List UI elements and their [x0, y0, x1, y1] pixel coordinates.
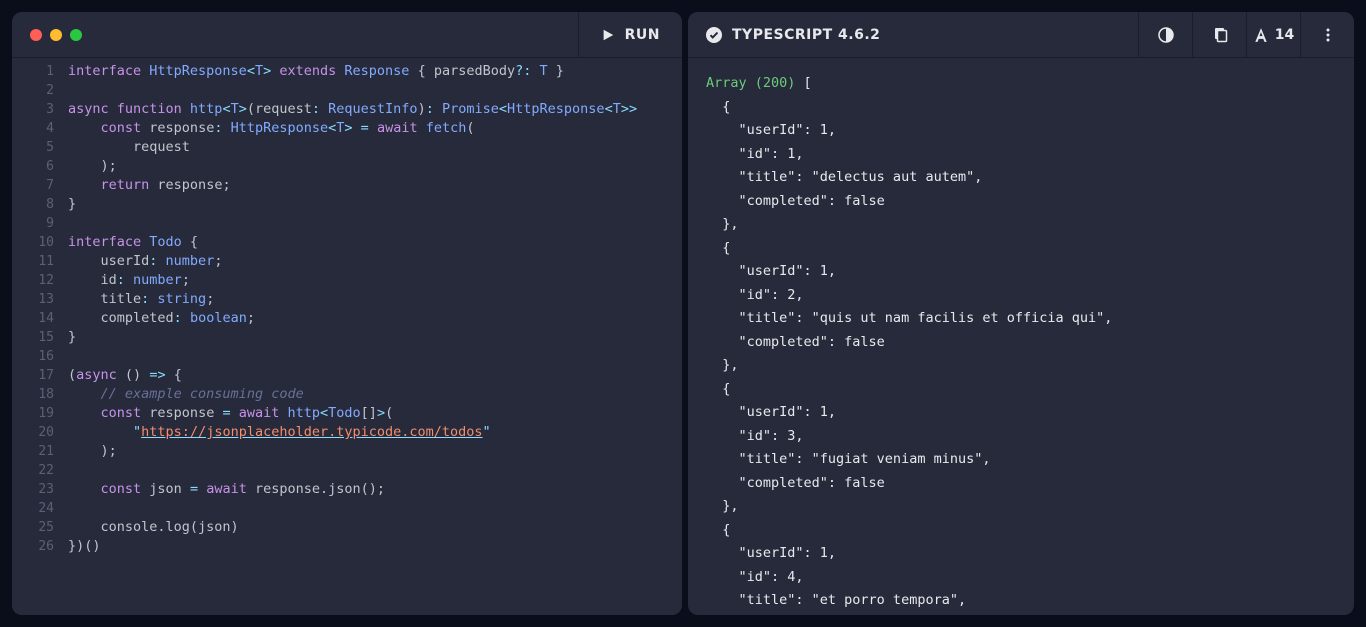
copy-button[interactable] — [1192, 12, 1246, 57]
minimize-icon[interactable] — [50, 29, 62, 41]
language-label-text: TYPESCRIPT 4.6.2 — [732, 27, 880, 43]
maximize-icon[interactable] — [70, 29, 82, 41]
copy-icon — [1212, 27, 1228, 43]
editor-panel: RUN 123456789101112131415161718192021222… — [12, 12, 682, 615]
font-size-value: 14 — [1275, 27, 1294, 43]
window-controls — [12, 29, 578, 41]
theme-toggle-button[interactable] — [1138, 12, 1192, 57]
close-icon[interactable] — [30, 29, 42, 41]
play-icon — [601, 28, 615, 42]
run-button-label: RUN — [625, 27, 660, 43]
font-icon — [1253, 27, 1269, 43]
language-label[interactable]: TYPESCRIPT 4.6.2 — [688, 27, 1138, 43]
menu-button[interactable] — [1300, 12, 1354, 57]
output-content[interactable]: Array (200) [ { "userId": 1, "id": 1, "t… — [688, 58, 1354, 615]
font-size-button[interactable]: 14 — [1246, 12, 1300, 57]
check-circle-icon — [706, 27, 722, 43]
output-header: TYPESCRIPT 4.6.2 14 — [688, 12, 1354, 58]
code-editor[interactable]: 1234567891011121314151617181920212223242… — [12, 58, 682, 615]
editor-header: RUN — [12, 12, 682, 58]
line-numbers: 1234567891011121314151617181920212223242… — [12, 62, 68, 615]
kebab-menu-icon — [1320, 27, 1336, 43]
app-root: RUN 123456789101112131415161718192021222… — [12, 12, 1354, 615]
output-panel: TYPESCRIPT 4.6.2 14 Array (200) [ { "use — [688, 12, 1354, 615]
code-content[interactable]: interface HttpResponse<T> extends Respon… — [68, 62, 682, 615]
contrast-icon — [1158, 27, 1174, 43]
run-button[interactable]: RUN — [578, 12, 682, 57]
output-toolbar: 14 — [1138, 12, 1354, 57]
